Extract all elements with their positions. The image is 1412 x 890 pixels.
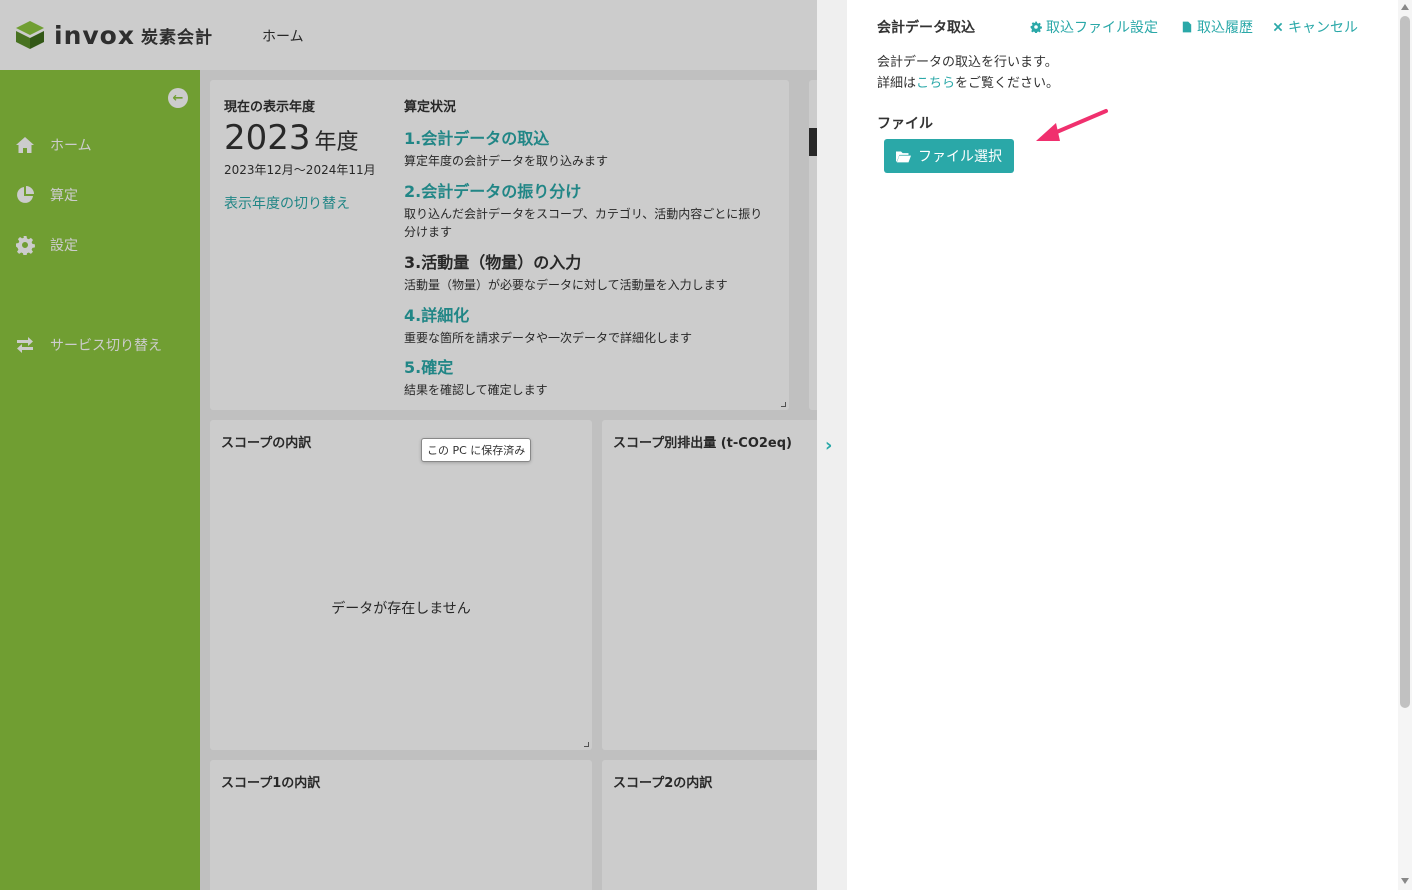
desc-line: 会計データの取込を行います。: [877, 55, 1058, 70]
cancel-button[interactable]: キャンセル: [1272, 17, 1358, 37]
folder-open-icon: [896, 151, 911, 162]
action-label: 取込履歴: [1197, 20, 1253, 36]
modal-backdrop[interactable]: [0, 0, 817, 890]
import-drawer: 会計データ取込 取込ファイル設定 取込履歴 キャンセル 会計データの取込を行いま…: [847, 0, 1412, 890]
vertical-scrollbar[interactable]: [1398, 0, 1412, 890]
drawer-title: 会計データ取込: [877, 20, 975, 36]
help-link[interactable]: こちら: [916, 76, 955, 91]
tooltip: この PC に保存済み: [421, 438, 532, 462]
desc-text: をご覧ください。: [955, 76, 1060, 91]
file-icon: [1182, 21, 1192, 33]
file-label: ファイル: [877, 116, 933, 132]
chevron-right-icon[interactable]: ›: [825, 435, 832, 456]
scroll-thumb[interactable]: [1400, 16, 1410, 708]
annotation-arrow-icon: [1036, 109, 1108, 141]
desc-text: 詳細は: [877, 76, 917, 91]
scroll-down-icon[interactable]: [1401, 878, 1409, 884]
drawer-description: 会計データの取込を行います。 詳細はこちらをご覧ください。: [877, 52, 1059, 94]
import-history-button[interactable]: 取込履歴: [1181, 17, 1253, 37]
gear-icon: [1030, 21, 1042, 33]
file-select-label: ファイル選択: [918, 149, 1002, 165]
action-label: キャンセル: [1288, 20, 1358, 36]
desc-line: 詳細はこちらをご覧ください。: [877, 73, 1059, 94]
scroll-up-icon[interactable]: [1401, 4, 1409, 10]
import-file-settings-button[interactable]: 取込ファイル設定: [1030, 17, 1158, 37]
close-icon: [1273, 22, 1283, 32]
file-select-button[interactable]: ファイル選択: [884, 139, 1014, 173]
action-label: 取込ファイル設定: [1046, 20, 1158, 36]
